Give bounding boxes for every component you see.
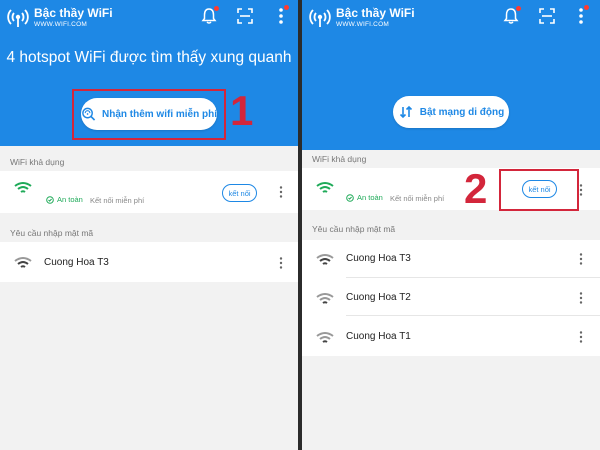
header: Bậc thầy WiFi WWW.WIFI.COM Bật mạng di đ…	[302, 0, 600, 150]
connect-button[interactable]: kết nối	[222, 184, 257, 202]
network-row[interactable]: Cuong Hoa T3	[0, 242, 298, 280]
wifi-signal-icon	[316, 332, 334, 343]
more-icon[interactable]	[578, 252, 584, 266]
step-2-highlight	[499, 169, 579, 211]
safe-badge-label: An toàn	[357, 193, 383, 202]
network-name: Cuong Hoa T2	[346, 292, 411, 303]
network-name: Cuong Hoa T3	[346, 253, 411, 264]
step-1-highlight	[72, 89, 226, 140]
wifi-signal-icon	[14, 257, 32, 268]
more-icon[interactable]	[278, 185, 284, 199]
available-section-label: WiFi khả dụng	[10, 157, 65, 167]
free-connect-text: Kết nối miễn phí	[390, 194, 445, 203]
app-bar: Bậc thầy WiFi WWW.WIFI.COM	[302, 0, 600, 34]
available-section-label: WiFi khả dụng	[312, 154, 367, 164]
mobile-data-button[interactable]: Bật mạng di động	[393, 96, 509, 128]
mobile-data-icon	[399, 105, 412, 119]
network-row[interactable]: Cuong Hoa T3	[302, 240, 600, 278]
app-title: Bậc thầy WiFi	[34, 6, 113, 20]
password-network-list: Cuong Hoa T3	[0, 242, 298, 282]
left-screen: Bậc thầy WiFi WWW.WIFI.COM 4 hotspot WiF…	[0, 0, 298, 450]
headline: 4 hotspot WiFi được tìm thấy xung quanh	[6, 49, 292, 66]
shield-check-icon	[46, 195, 54, 204]
app-title: Bậc thầy WiFi	[336, 6, 415, 20]
password-section-label: Yêu cầu nhập mật mã	[312, 224, 396, 234]
network-name: Cuong Hoa T1	[346, 331, 411, 342]
wifi-signal-icon	[14, 182, 32, 193]
more-icon[interactable]	[578, 330, 584, 344]
network-name: Cuong Hoa T3	[44, 257, 109, 268]
step-2-number: 2	[464, 165, 488, 212]
safe-badge: An toàn	[46, 195, 83, 204]
app-url: WWW.WIFI.COM	[34, 21, 87, 28]
shield-check-icon	[346, 193, 354, 202]
notification-dot	[516, 6, 521, 11]
more-icon[interactable]	[578, 291, 584, 305]
row-divider	[346, 315, 600, 316]
safe-badge-label: An toàn	[57, 195, 83, 204]
more-dot	[284, 5, 289, 10]
scan-icon[interactable]	[538, 7, 556, 25]
right-screen: Bậc thầy WiFi WWW.WIFI.COM Bật mạng di đ…	[302, 0, 600, 450]
mobile-data-label: Bật mạng di động	[419, 106, 505, 118]
more-dot	[584, 5, 589, 10]
available-network-card[interactable]: An toàn Kết nối miễn phí kết nối	[0, 171, 298, 213]
network-row[interactable]: Cuong Hoa T1	[302, 317, 600, 355]
step-1-number: 1	[230, 87, 254, 134]
wifi-logo-icon	[309, 9, 331, 27]
safe-badge: An toàn	[346, 193, 383, 202]
notification-dot	[214, 6, 219, 11]
more-icon[interactable]	[278, 256, 284, 270]
password-network-list: Cuong Hoa T3 Cuong Hoa T2 Cuong Hoa T1	[302, 240, 600, 356]
password-section-label: Yêu cầu nhập mật mã	[10, 228, 94, 238]
wifi-signal-icon	[316, 293, 334, 304]
scan-icon[interactable]	[236, 7, 254, 25]
free-connect-text: Kết nối miễn phí	[90, 196, 145, 205]
app-bar: Bậc thầy WiFi WWW.WIFI.COM	[0, 0, 298, 34]
wifi-logo-icon	[7, 9, 29, 27]
app-url: WWW.WIFI.COM	[336, 21, 389, 28]
wifi-signal-icon	[316, 254, 334, 265]
network-row[interactable]: Cuong Hoa T2	[302, 278, 600, 316]
wifi-signal-icon	[316, 182, 334, 193]
